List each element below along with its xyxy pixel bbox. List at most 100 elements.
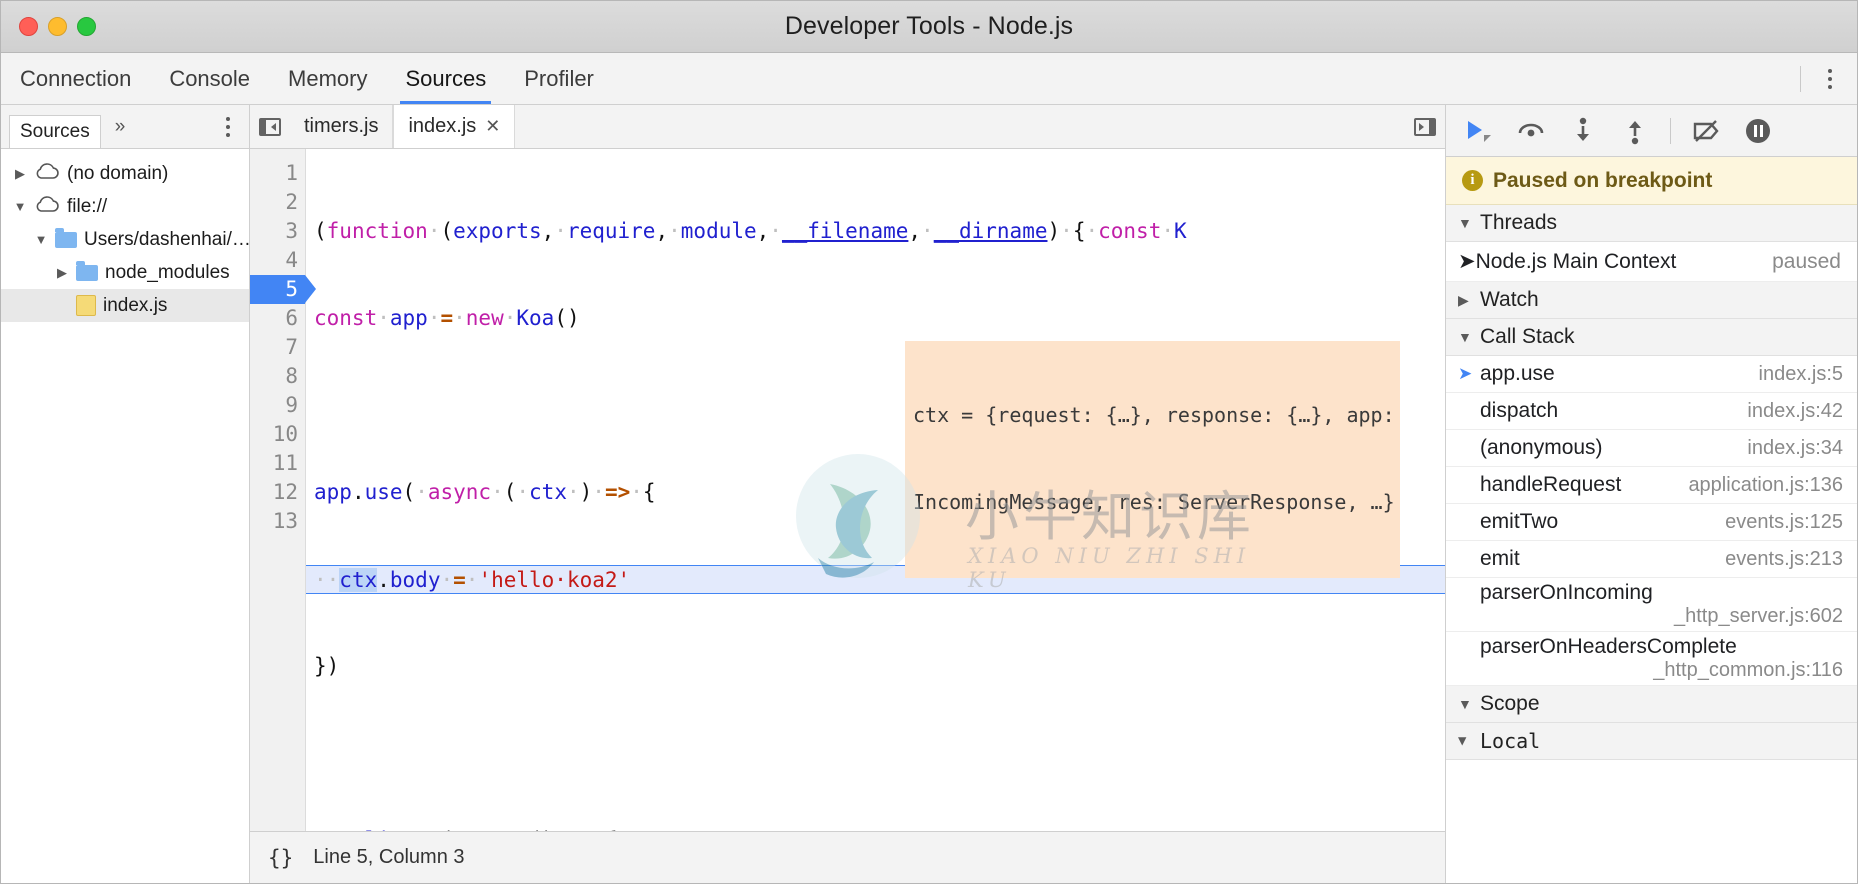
info-icon: i	[1462, 170, 1483, 191]
devtools-body: Sources » ▶ (no domain) ▼ file:// ▼ User…	[1, 105, 1857, 883]
tab-profiler[interactable]: Profiler	[505, 53, 613, 104]
tree-item-file-protocol[interactable]: ▼ file://	[1, 190, 249, 223]
frame-name: parserOnHeadersComplete	[1480, 635, 1737, 658]
line-number[interactable]: 7	[250, 333, 298, 362]
devtools-window: Developer Tools - Node.js Connection Con…	[0, 0, 1858, 884]
section-label: Call Stack	[1480, 325, 1575, 348]
thread-row[interactable]: ➤ Node.js Main Context paused	[1446, 242, 1857, 282]
navigator-header: Sources »	[1, 105, 249, 149]
tree-item-node-modules[interactable]: ▶ node_modules	[1, 256, 249, 289]
toolbar-divider	[1670, 117, 1671, 144]
editor-tab-timers-js[interactable]: timers.js	[290, 105, 394, 148]
tree-item-no-domain[interactable]: ▶ (no domain)	[1, 157, 249, 190]
line-number[interactable]: 13	[250, 507, 298, 536]
editor-pane: timers.js index.js ✕ 1 2 3 4 5 6 7 8 9 1…	[250, 105, 1446, 883]
line-number-gutter[interactable]: 1 2 3 4 5 6 7 8 9 10 11 12 13	[250, 149, 316, 831]
section-header-scope[interactable]: ▼ Scope	[1446, 686, 1857, 723]
line-number[interactable]: 2	[250, 188, 298, 217]
call-stack-frame-dispatch[interactable]: dispatch index.js:42	[1446, 393, 1857, 430]
call-stack-frame-emit[interactable]: emit events.js:213	[1446, 541, 1857, 578]
tree-item-users-folder[interactable]: ▼ Users/dashenhai/…	[1, 223, 249, 256]
frame-location: _http_server.js:602	[1674, 605, 1843, 627]
line-number[interactable]: 11	[250, 449, 298, 478]
twisty-collapsed-icon[interactable]: ▶	[55, 265, 69, 281]
caret-down-icon[interactable]: ▼	[1458, 215, 1472, 231]
line-number[interactable]: 4	[250, 246, 298, 275]
line-number[interactable]: 6	[250, 304, 298, 333]
frame-location: index.js:34	[1747, 436, 1843, 459]
pause-on-exceptions-icon[interactable]	[1741, 114, 1775, 148]
tree-item-label: (no domain)	[67, 162, 169, 184]
panel-right-icon	[1414, 117, 1436, 136]
resume-script-execution-icon[interactable]	[1462, 114, 1496, 148]
navigator-menu-kebab-icon[interactable]	[215, 112, 241, 142]
editor-tab-index-js[interactable]: index.js ✕	[393, 105, 516, 148]
current-thread-arrow-icon: ➤	[1458, 250, 1476, 273]
step-over-next-function-call-icon[interactable]	[1514, 114, 1548, 148]
tab-console[interactable]: Console	[150, 53, 269, 104]
line-number[interactable]: 3	[250, 217, 298, 246]
line-number[interactable]: 12	[250, 478, 298, 507]
call-stack-frame-parseronincoming[interactable]: parserOnIncoming _http_server.js:602	[1446, 578, 1857, 632]
show-debugger-button[interactable]	[1405, 105, 1445, 148]
tree-item-label: Users/dashenhai/…	[84, 228, 249, 250]
current-frame-arrow-icon: ➤	[1458, 364, 1473, 383]
show-navigator-button[interactable]	[250, 105, 290, 148]
section-header-call-stack[interactable]: ▼ Call Stack	[1446, 319, 1857, 356]
tab-connection[interactable]: Connection	[1, 53, 150, 104]
frame-location: index.js:42	[1747, 399, 1843, 422]
section-label: Threads	[1480, 211, 1558, 234]
line-number[interactable]: 9	[250, 391, 298, 420]
frame-location: _http_common.js:116	[1653, 659, 1843, 681]
caret-down-icon[interactable]: ▼	[1458, 329, 1472, 345]
close-tab-icon[interactable]: ✕	[485, 116, 500, 137]
twisty-expanded-icon[interactable]: ▼	[13, 199, 27, 214]
line-number[interactable]: 10	[250, 420, 298, 449]
call-stack-frame-parseronheaderscomplete[interactable]: parserOnHeadersComplete _http_common.js:…	[1446, 632, 1857, 686]
popup-line-2: IncomingMessage, res: ServerResponse, …}	[913, 490, 1395, 514]
caret-right-icon[interactable]: ▶	[1458, 292, 1471, 309]
call-stack-frame-emittwo[interactable]: emitTwo events.js:125	[1446, 504, 1857, 541]
section-label: Scope	[1480, 692, 1540, 715]
step-out-of-current-function-icon[interactable]	[1618, 114, 1652, 148]
tab-sources[interactable]: Sources	[386, 53, 505, 104]
tree-item-label: index.js	[103, 294, 168, 316]
breakpoint-line-number[interactable]: 5	[250, 275, 316, 304]
call-stack-frame-app-use[interactable]: ➤ app.use index.js:5	[1446, 356, 1857, 393]
call-stack-frame-anonymous[interactable]: (anonymous) index.js:34	[1446, 430, 1857, 467]
line-number[interactable]: 1	[250, 159, 298, 188]
main-menu-kebab-icon[interactable]	[1817, 64, 1843, 94]
section-header-local-scope[interactable]: ▼ Local	[1446, 723, 1857, 760]
navigator-tab-sources[interactable]: Sources	[9, 115, 101, 148]
caret-down-icon[interactable]: ▼	[1458, 733, 1471, 749]
more-tabs-icon[interactable]: »	[107, 116, 134, 138]
pretty-print-icon[interactable]: {}	[268, 846, 293, 870]
thread-state: paused	[1772, 249, 1841, 273]
cloud-icon	[34, 162, 60, 186]
line-number[interactable]: 8	[250, 362, 298, 391]
file-tree: ▶ (no domain) ▼ file:// ▼ Users/dashenha…	[1, 149, 249, 883]
deactivate-breakpoints-icon[interactable]	[1689, 114, 1723, 148]
caret-down-icon[interactable]: ▼	[1458, 696, 1472, 712]
frame-location: events.js:213	[1725, 547, 1843, 570]
call-stack-frame-handlerequest[interactable]: handleRequest application.js:136	[1446, 467, 1857, 504]
tree-item-label: node_modules	[105, 261, 230, 283]
editor-tab-label: timers.js	[304, 115, 379, 137]
frame-name: (anonymous)	[1480, 436, 1603, 459]
twisty-expanded-icon[interactable]: ▼	[34, 232, 48, 247]
main-tab-strip: Connection Console Memory Sources Profil…	[1, 53, 1857, 105]
twisty-collapsed-icon[interactable]: ▶	[13, 166, 27, 182]
section-header-watch[interactable]: ▶ Watch	[1446, 282, 1857, 319]
frame-name: parserOnIncoming	[1480, 581, 1653, 604]
editor-tab-label: index.js	[408, 115, 477, 137]
frame-name: emitTwo	[1480, 510, 1559, 533]
tree-item-index-js[interactable]: index.js	[1, 289, 249, 322]
step-into-next-function-call-icon[interactable]	[1566, 114, 1600, 148]
tab-memory[interactable]: Memory	[269, 53, 386, 104]
section-header-threads[interactable]: ▼ Threads	[1446, 205, 1857, 242]
code-editor[interactable]: 1 2 3 4 5 6 7 8 9 10 11 12 13 (function·…	[250, 149, 1445, 831]
paused-on-breakpoint-banner: i Paused on breakpoint	[1446, 157, 1857, 205]
code-line-8: app.listen(3000,·()·=>·{	[314, 826, 1445, 831]
folder-icon	[76, 260, 98, 281]
navigator-pane: Sources » ▶ (no domain) ▼ file:// ▼ User…	[1, 105, 250, 883]
